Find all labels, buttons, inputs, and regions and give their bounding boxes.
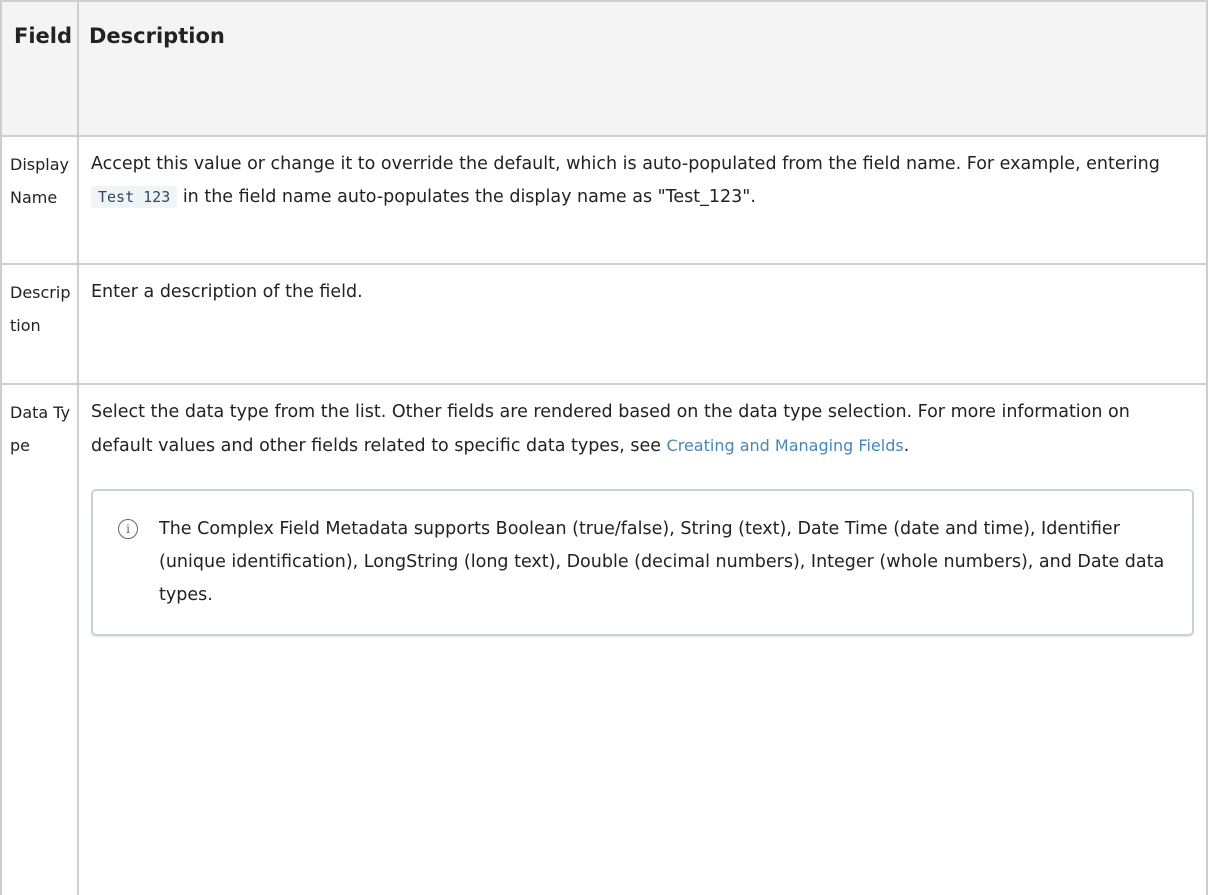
description-text: in the field name auto-populates the dis… [177, 187, 756, 207]
description-text: Select the data type from the list. Othe… [91, 402, 1130, 456]
table-header-row: Field Description [0, 0, 1208, 137]
description-cell: Select the data type from the list. Othe… [77, 383, 1208, 895]
description-text: . [903, 436, 910, 456]
info-note-text: The Complex Field Metadata supports Bool… [159, 519, 1165, 605]
fields-table: Field Description Display Name Accept th… [0, 0, 1208, 895]
creating-managing-fields-link[interactable]: Creating and Managing Fields [667, 436, 904, 455]
info-note: i The Complex Field Metadata supports Bo… [91, 489, 1194, 636]
description-cell: Enter a description of the field. [77, 263, 1208, 385]
field-name-cell: Description [0, 263, 79, 385]
column-header-description: Description [77, 0, 1208, 137]
description-text: Accept this value or change it to overri… [91, 154, 1160, 174]
field-name-cell: Display Name [0, 135, 79, 265]
info-icon: i [118, 519, 138, 539]
column-header-field: Field [0, 0, 79, 137]
table-row: Data Type Select the data type from the … [0, 383, 1208, 895]
description-cell: Accept this value or change it to overri… [77, 135, 1208, 265]
field-name-cell: Data Type [0, 383, 79, 895]
table-row: Display Name Accept this value or change… [0, 135, 1208, 265]
inline-code: Test 123 [91, 186, 178, 208]
table-row: Description Enter a description of the f… [0, 263, 1208, 385]
